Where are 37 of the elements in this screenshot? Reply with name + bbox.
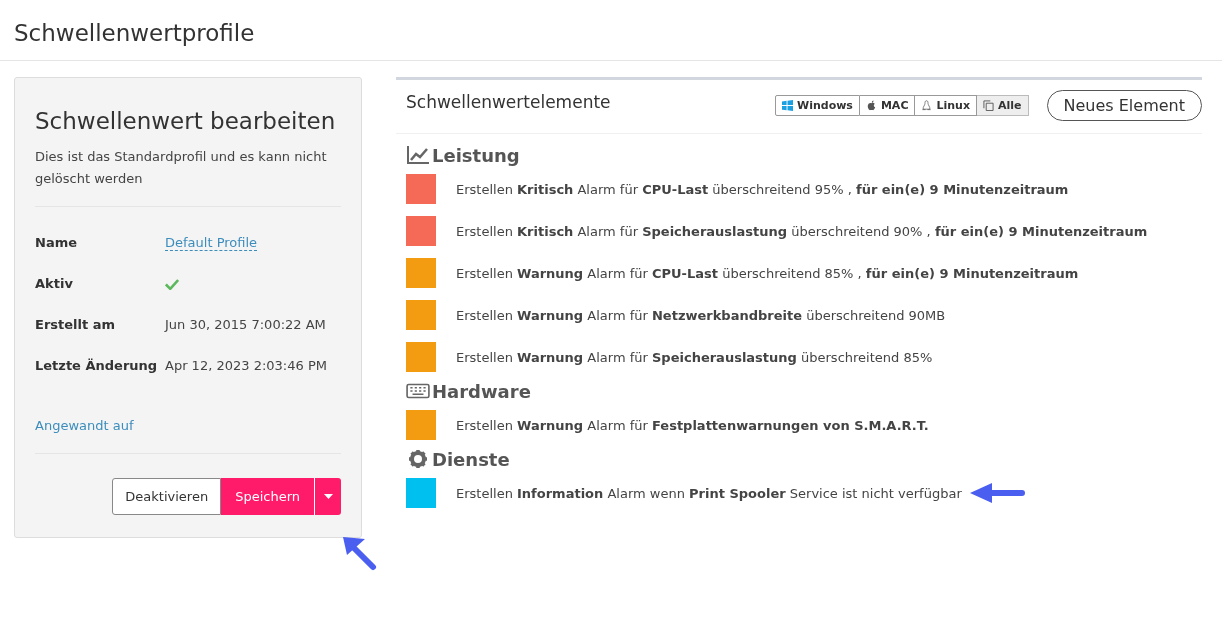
- windows-icon: [782, 100, 794, 111]
- save-button[interactable]: Speichern: [221, 478, 314, 515]
- threshold-rule-text[interactable]: Erstellen Warnung Alarm für Festplattenwarnungen von S.M.A.R.T.: [456, 417, 929, 433]
- keyboard-icon: [406, 382, 430, 400]
- os-filter-tab[interactable]: Windows: [775, 95, 860, 116]
- threshold-rule-text[interactable]: Erstellen Warnung Alarm für Netzwerkbandbreite überschreitend 90MB: [456, 307, 946, 323]
- threshold-rule-text[interactable]: Erstellen Kritisch Alarm für Speicherauslastung überschreitend 90% , für ein(e) 9 Minutenzeitraum: [456, 223, 1148, 239]
- new-element-button[interactable]: Neues Element: [1046, 90, 1202, 121]
- deactivate-button[interactable]: Deaktivieren: [112, 478, 222, 515]
- os-filter-tab[interactable]: MAC: [859, 95, 916, 116]
- field-value: Jun 30, 2015 7:00:22 AM: [165, 317, 326, 332]
- field-value: Apr 12, 2023 2:03:46 PM: [165, 358, 327, 373]
- gear-icon: [408, 449, 428, 469]
- field-label: Letzte Änderung: [35, 358, 159, 373]
- threshold-rule-text[interactable]: Erstellen Warnung Alarm für Speicherauslastung überschreitend 85%: [456, 349, 933, 365]
- dropdown-button[interactable]: [314, 478, 341, 515]
- field-label: Name: [35, 235, 78, 250]
- penguin-icon: [921, 100, 933, 111]
- copy-icon: [983, 100, 994, 111]
- group-heading: Dienste: [432, 448, 510, 470]
- apple-icon: [865, 100, 877, 111]
- group-heading: Hardware: [432, 380, 531, 402]
- threshold-rule-text[interactable]: Erstellen Information Alarm wenn Print Spooler Service ist nicht verfügbar: [456, 485, 962, 501]
- pointer-arrow-icon: [969, 482, 1026, 504]
- group-heading: Leistung: [432, 144, 520, 166]
- panel-title: Schwellenwert bearbeiten: [35, 108, 337, 134]
- caret-icon: [323, 494, 333, 499]
- line-chart-icon: [406, 146, 430, 164]
- panel-description: Dies ist das Standardprofil und es kann nicht gelöscht werden: [35, 148, 328, 188]
- os-filter-tab[interactable]: Linux: [915, 95, 977, 116]
- field-label: Aktiv: [35, 276, 74, 291]
- threshold-rule-text[interactable]: Erstellen Kritisch Alarm für CPU-Last überschreitend 95% , für ein(e) 9 Minutenzeitraum: [456, 181, 1069, 197]
- os-filter-tab[interactable]: Alle: [977, 95, 1029, 116]
- field-label: Erstellt am: [35, 317, 117, 332]
- threshold-rule-text[interactable]: Erstellen Warnung Alarm für CPU-Last überschreitend 85% , für ein(e) 9 Minutenzeitraum: [456, 265, 1079, 281]
- section-title: Schwellenwertelemente: [406, 91, 612, 112]
- page-title: Schwellenwertprofile: [14, 20, 256, 46]
